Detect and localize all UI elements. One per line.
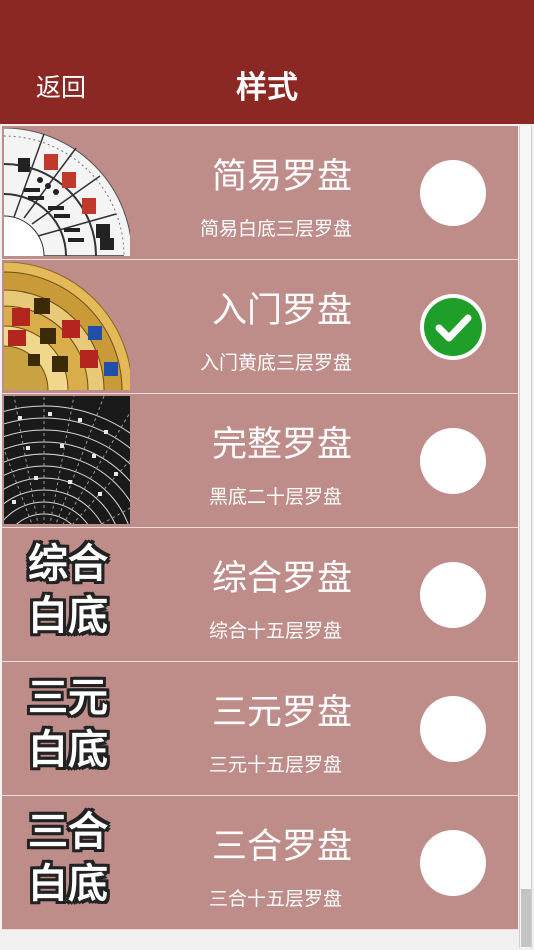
page-title: 样式	[236, 70, 298, 106]
option-description: 简易白底三层罗盘	[199, 218, 352, 240]
style-option-sanhe[interactable]: 三合 白底 三合罗盘 三合十五层罗盘	[2, 796, 518, 930]
style-option-beginner[interactable]: 入门罗盘 入门黄底三层罗盘	[2, 260, 518, 394]
style-option-simple[interactable]: 简易罗盘 简易白底三层罗盘	[2, 126, 518, 260]
style-list: 简易罗盘 简易白底三层罗盘 入门罗盘 入门黄底三层罗盘 完整罗盘 黑底二十层罗盘…	[2, 126, 518, 930]
option-name: 入门罗盘	[211, 291, 352, 331]
option-name: 完整罗盘	[211, 425, 352, 465]
scrollbar-thumb[interactable]	[521, 889, 531, 947]
logo-line: 白底	[28, 861, 108, 907]
checkmark-icon	[424, 298, 482, 356]
select-radio[interactable]	[420, 294, 486, 360]
select-radio[interactable]	[420, 562, 486, 628]
option-name: 三合罗盘	[211, 827, 352, 867]
logo-line: 三合	[28, 809, 108, 855]
select-radio[interactable]	[420, 428, 486, 494]
logo-line: 白底	[28, 727, 108, 773]
sanyuan-logo: 三元 白底	[8, 672, 128, 776]
list-scrollbar[interactable]	[519, 126, 532, 948]
style-option-comprehensive[interactable]: 综合 白底 综合罗盘 综合十五层罗盘	[2, 528, 518, 662]
option-name: 简易罗盘	[211, 157, 352, 197]
option-name: 综合罗盘	[211, 559, 352, 599]
complete-compass-thumbnail	[4, 396, 130, 524]
simple-compass-thumbnail	[4, 128, 130, 256]
style-option-complete[interactable]: 完整罗盘 黑底二十层罗盘	[2, 394, 518, 528]
select-radio[interactable]	[420, 696, 486, 762]
comprehensive-logo: 综合 白底	[8, 538, 128, 642]
option-name: 三元罗盘	[211, 693, 352, 733]
style-option-sanyuan[interactable]: 三元 白底 三元罗盘 三元十五层罗盘	[2, 662, 518, 796]
app-header: 返回 样式	[0, 0, 534, 124]
option-description: 三合十五层罗盘	[208, 888, 342, 910]
logo-line: 三元	[28, 675, 108, 721]
option-description: 黑底二十层罗盘	[208, 486, 342, 508]
beginner-compass-thumbnail	[4, 262, 130, 390]
logo-line: 白底	[28, 593, 108, 639]
option-description: 入门黄底三层罗盘	[199, 352, 352, 374]
sanhe-logo: 三合 白底	[8, 806, 128, 910]
option-description: 三元十五层罗盘	[208, 754, 342, 776]
select-radio[interactable]	[420, 160, 486, 226]
select-radio[interactable]	[420, 830, 486, 896]
option-description: 综合十五层罗盘	[208, 620, 342, 642]
logo-line: 综合	[28, 541, 108, 587]
